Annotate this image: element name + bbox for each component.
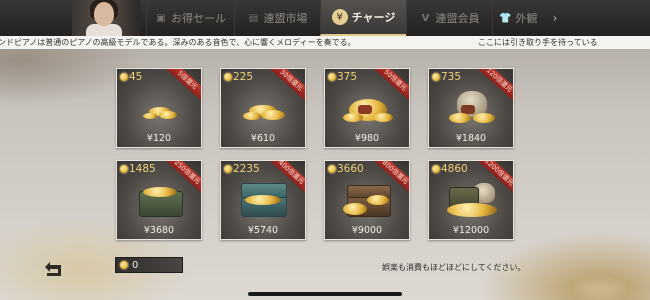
package-price: ¥1840 bbox=[455, 133, 487, 144]
package-amount: 45 bbox=[120, 71, 142, 83]
coin-icon bbox=[328, 73, 336, 81]
back-arrow-icon bbox=[45, 262, 61, 276]
package-amount: 225 bbox=[224, 71, 253, 83]
package-price: ¥610 bbox=[250, 133, 276, 144]
package-card[interactable]: 4860 1200倍還元 ¥12000 bbox=[428, 160, 514, 240]
footer-note: 娯楽も消費もほどほどにしてください。 bbox=[382, 263, 526, 272]
package-price: ¥12000 bbox=[452, 225, 490, 236]
package-price: ¥5740 bbox=[247, 225, 279, 236]
package-amount: 1485 bbox=[120, 163, 156, 175]
treasure-hoard-illustration bbox=[447, 183, 497, 219]
membership-v-icon: V bbox=[421, 12, 430, 24]
package-price: ¥120 bbox=[146, 133, 172, 144]
tab-strip: ▣ お得セール ▤ 連盟市場 ¥ チャージ V 連盟会員 👕 外観 › bbox=[146, 0, 566, 36]
coin-pile-illustration bbox=[343, 91, 393, 127]
package-amount: 3660 bbox=[328, 163, 364, 175]
home-indicator[interactable] bbox=[248, 292, 402, 296]
tab-membership[interactable]: V 連盟会員 bbox=[406, 0, 492, 36]
shopping-bag-icon: ▣ bbox=[156, 12, 166, 24]
news-ticker: ンドピアノは普通のピアノの高級モデルである。深みのある音色で、心に響くメロディー… bbox=[0, 36, 650, 49]
green-chest-illustration bbox=[135, 183, 185, 219]
package-card[interactable]: 375 50倍還元 ¥980 bbox=[324, 68, 410, 148]
tab-label: お得セール bbox=[171, 12, 226, 25]
package-card[interactable]: 1485 250倍還元 ¥3680 bbox=[116, 160, 202, 240]
small-coins-illustration bbox=[239, 91, 289, 127]
package-card[interactable]: 45 5倍還元 ¥120 bbox=[116, 68, 202, 148]
chevron-right-icon[interactable]: › bbox=[544, 0, 566, 36]
package-card[interactable]: 735 120倍還元 ¥1840 bbox=[428, 68, 514, 148]
tab-label: 外観 bbox=[515, 12, 538, 25]
charge-coin-icon: ¥ bbox=[331, 9, 348, 25]
coin-icon bbox=[224, 73, 232, 81]
package-card[interactable]: 3660 800倍還元 ¥9000 bbox=[324, 160, 410, 240]
package-amount: 2235 bbox=[224, 163, 260, 175]
coin-balance: 0 bbox=[115, 257, 183, 273]
ticker-text-left: ンドピアノは普通のピアノの高級モデルである。深みのある音色で、心に響くメロディー… bbox=[0, 38, 356, 47]
small-coins-illustration bbox=[135, 91, 185, 127]
coin-icon bbox=[120, 165, 128, 173]
tab-label: 連盟会員 bbox=[435, 12, 480, 25]
coin-icon bbox=[120, 73, 128, 81]
back-button[interactable] bbox=[40, 258, 68, 280]
teal-chest-illustration bbox=[239, 183, 289, 219]
package-price: ¥3680 bbox=[143, 225, 175, 236]
tab-label: 連盟市場 bbox=[263, 12, 308, 25]
coin-icon bbox=[224, 165, 232, 173]
package-amount: 4860 bbox=[432, 163, 468, 175]
top-navigation-bar: ▣ お得セール ▤ 連盟市場 ¥ チャージ V 連盟会員 👕 外観 › bbox=[0, 0, 650, 37]
tab-charge[interactable]: ¥ チャージ bbox=[320, 0, 406, 36]
coin-balance-value: 0 bbox=[132, 259, 139, 271]
avatar-face bbox=[94, 2, 114, 26]
package-amount: 735 bbox=[432, 71, 461, 83]
package-card[interactable]: 2235 400倍還元 ¥5740 bbox=[220, 160, 306, 240]
coin-icon bbox=[328, 165, 336, 173]
package-price: ¥980 bbox=[354, 133, 380, 144]
package-amount: 375 bbox=[328, 71, 357, 83]
tshirt-icon: 👕 bbox=[499, 12, 512, 24]
package-card[interactable]: 225 30倍還元 ¥610 bbox=[220, 68, 306, 148]
tab-market[interactable]: ▤ 連盟市場 bbox=[234, 0, 320, 36]
wood-chest-illustration bbox=[343, 183, 393, 219]
ticker-text-right: ここには引き取り手を待っている bbox=[478, 38, 598, 47]
package-price: ¥9000 bbox=[351, 225, 383, 236]
coin-icon bbox=[120, 261, 128, 269]
tab-sale[interactable]: ▣ お得セール bbox=[146, 0, 234, 36]
coin-icon bbox=[432, 73, 440, 81]
tab-label: チャージ bbox=[351, 11, 396, 24]
market-icon: ▤ bbox=[248, 12, 259, 24]
coin-icon bbox=[432, 165, 440, 173]
coin-sack-illustration bbox=[447, 91, 497, 127]
avatar[interactable] bbox=[72, 0, 140, 36]
tab-appearance[interactable]: 👕 外観 bbox=[492, 0, 544, 36]
